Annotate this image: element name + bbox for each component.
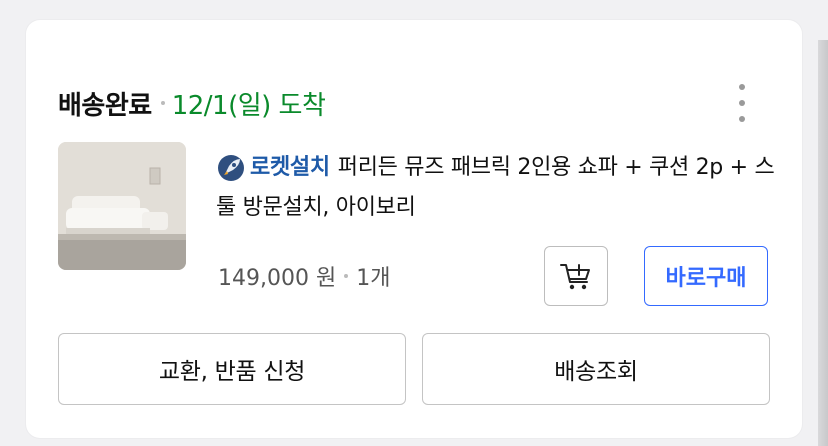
rocket-install-badge: 로켓설치 — [216, 148, 330, 188]
order-card: 배송완료 12/1(일) 도착 로켓설치 퍼리든 뮤즈 패브릭 2인용 쇼파 +… — [26, 20, 802, 438]
scrollbar[interactable] — [818, 40, 828, 446]
add-to-cart-icon — [560, 264, 590, 290]
rocket-install-label: 로켓설치 — [250, 155, 330, 180]
product-title[interactable]: 로켓설치 퍼리든 뮤즈 패브릭 2인용 쇼파 + 쿠션 2p + 스툴 방문설치… — [216, 148, 776, 228]
track-delivery-button[interactable]: 배송조회 — [422, 333, 770, 405]
rocket-icon — [218, 155, 244, 181]
buy-now-button[interactable]: 바로구매 — [644, 246, 768, 306]
add-to-cart-button[interactable] — [544, 246, 608, 306]
product-price: 149,000 원 — [218, 266, 337, 291]
exchange-return-button[interactable]: 교환, 반품 신청 — [58, 333, 406, 405]
delivery-status: 배송완료 — [58, 90, 152, 121]
delivery-status-row: 배송완료 12/1(일) 도착 — [58, 78, 326, 128]
sofa-image-icon — [58, 142, 186, 270]
separator-dot — [344, 274, 349, 278]
more-options-icon[interactable] — [734, 84, 750, 122]
price-row: 149,000 원 1개 — [218, 258, 390, 294]
product-image[interactable] — [58, 142, 186, 270]
product-quantity: 1개 — [356, 266, 391, 291]
arrival-date: 12/1(일) 도착 — [171, 90, 326, 121]
separator-dot — [160, 101, 165, 105]
